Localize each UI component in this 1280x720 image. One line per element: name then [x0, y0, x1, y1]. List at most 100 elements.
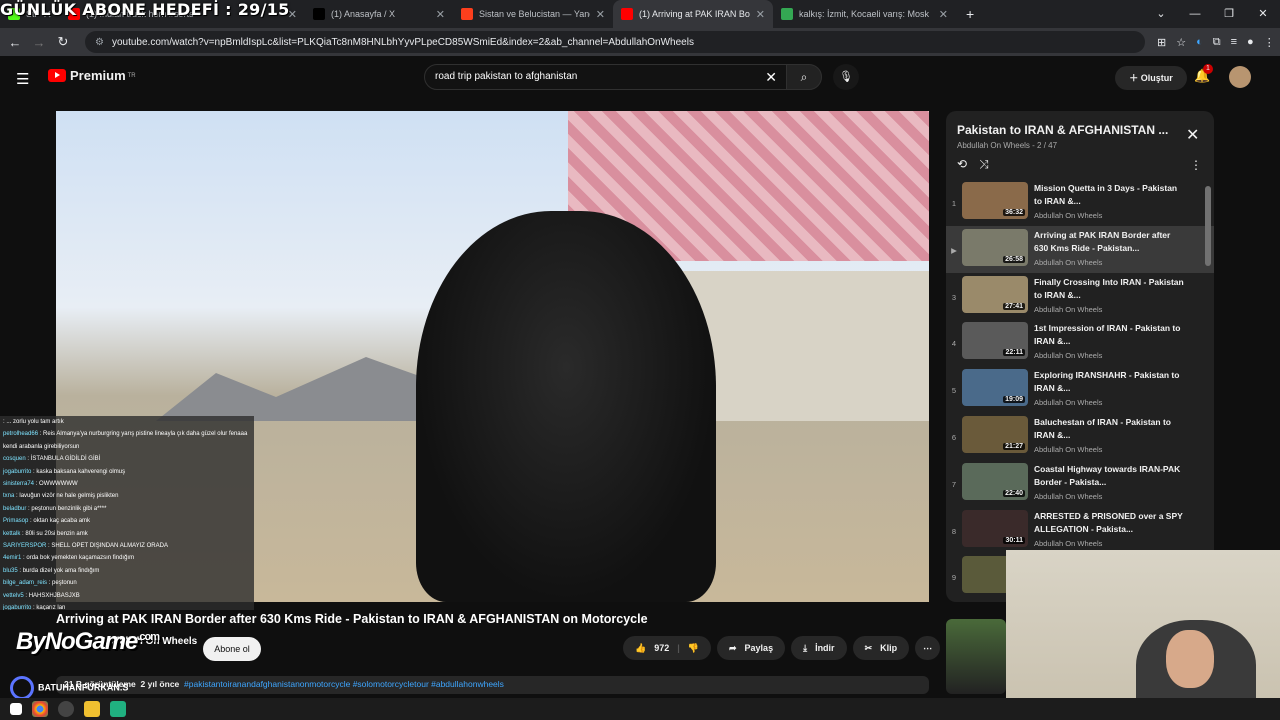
- playlist-item-channel: Abdullah On Wheels: [1034, 491, 1103, 501]
- recommended-thumbnail[interactable]: [946, 619, 1006, 694]
- browser-tab[interactable]: Sistan ve Belucistan — Yandex✕: [453, 0, 613, 28]
- account-avatar[interactable]: [1229, 66, 1251, 88]
- obs-icon[interactable]: [58, 701, 74, 717]
- playlist-scrollbar[interactable]: [1205, 186, 1211, 266]
- new-tab-button[interactable]: +: [956, 0, 984, 28]
- chat-username: SARIYERSPOR: [3, 543, 47, 550]
- puzzle-icon[interactable]: ⧉: [1213, 36, 1221, 49]
- clip-button[interactable]: ✂ Klip: [852, 636, 910, 660]
- restore-icon[interactable]: ❐: [1212, 0, 1246, 28]
- playlist-item[interactable]: 1 36:32 Mission Quetta in 3 Days - Pakista…: [946, 179, 1214, 226]
- playlist-item-meta: Mission Quetta in 3 Days - Pakistan to I…: [1034, 182, 1184, 220]
- playlist-item-title: Finally Crossing Into IRAN - Pakistan to…: [1034, 276, 1184, 300]
- site-info-icon[interactable]: ⚙: [95, 37, 104, 48]
- download-button[interactable]: ⤓ İndir: [791, 636, 847, 660]
- playlist-item-index: 4: [951, 339, 957, 349]
- playlist-item-meta: Baluchestan of IRAN - Pakistan to IRAN &…: [1034, 416, 1184, 454]
- playlist-controls: ⟲ ⤨: [957, 157, 989, 172]
- close-tab-icon[interactable]: ✕: [933, 8, 948, 21]
- description-box[interactable]: 21 B görüntüleme 2 yıl önce #pakistantoi…: [56, 676, 929, 694]
- url-field[interactable]: ⚙ youtube.com/watch?v=npBmldIspLc&list=P…: [85, 31, 1145, 53]
- chat-message: beladbur : peştonun benzinlik gibi a****: [3, 503, 254, 515]
- clear-search-icon[interactable]: ✕: [765, 69, 777, 86]
- chat-username: beladbur: [3, 505, 27, 512]
- close-window-icon[interactable]: ✕: [1246, 0, 1280, 28]
- install-icon[interactable]: ⊞: [1157, 36, 1166, 49]
- browser-tab[interactable]: (1) Arriving at PAK IRAN Bo ✕: [613, 0, 773, 28]
- chat-message: sinisterra74 : OWWWWWW: [3, 478, 254, 490]
- playlist-item-thumbnail[interactable]: 22:40: [962, 462, 1028, 500]
- playlist-item[interactable]: ▶ 26:58 Arriving at PAK IRAN Border after …: [946, 225, 1214, 273]
- playlist-item-thumbnail[interactable]: 19:09: [962, 369, 1028, 407]
- youtube-premium-logo[interactable]: Premium TR: [48, 68, 136, 83]
- bookmark-star-icon[interactable]: ☆: [1176, 36, 1186, 49]
- playlist-item-thumbnail[interactable]: 30:11: [962, 509, 1028, 547]
- youtube-play-icon: [48, 69, 66, 82]
- subscriber-goal-overlay: GÜNLÜK ABONE HEDEFİ : 29/15: [0, 0, 290, 19]
- like-button[interactable]: 👍 972 | 👎: [623, 636, 711, 660]
- playlist-item[interactable]: 7 22:40 Coastal Highway towards IRAN-PAK B…: [946, 460, 1214, 507]
- media-icon[interactable]: ≡: [1231, 36, 1237, 49]
- close-tab-icon[interactable]: ✕: [430, 8, 445, 21]
- loop-icon[interactable]: ⟲: [957, 157, 967, 172]
- more-dots-icon: ⋯: [923, 642, 933, 653]
- back-icon[interactable]: ←: [3, 35, 27, 50]
- hamburger-menu-icon[interactable]: ☰: [16, 70, 29, 88]
- chat-message: jogaburrito : kaska baksana kahverengi o…: [3, 466, 254, 478]
- playlist-item[interactable]: 8 30:11 ARRESTED & PRISONED over a SPY ALL…: [946, 507, 1214, 554]
- minimize-icon[interactable]: —: [1178, 0, 1212, 28]
- file-explorer-icon[interactable]: [84, 701, 100, 717]
- thumbs-down-icon[interactable]: 👎: [688, 643, 699, 654]
- playlist-more-icon[interactable]: ⋮: [1190, 158, 1202, 172]
- playlist-item-thumbnail[interactable]: 21:27: [962, 415, 1028, 453]
- extension-icon[interactable]: ◐: [1196, 36, 1203, 49]
- bynogame-suffix: .com: [137, 631, 160, 643]
- playlist-item[interactable]: 6 21:27 Baluchestan of IRAN - Pakistan to …: [946, 413, 1214, 460]
- close-tab-icon[interactable]: ✕: [750, 8, 765, 21]
- close-tab-icon[interactable]: ✕: [590, 8, 605, 21]
- search-input[interactable]: road trip pakistan to afghanistan ✕: [424, 64, 788, 90]
- reload-icon[interactable]: ↻: [51, 34, 75, 50]
- playlist-item[interactable]: 3 27:41 Finally Crossing Into IRAN - Pakis…: [946, 273, 1214, 320]
- app-icon[interactable]: [110, 701, 126, 717]
- more-actions-button[interactable]: ⋯: [915, 636, 941, 660]
- duration-badge: 26:58: [1003, 255, 1025, 263]
- profile-icon[interactable]: ●: [1247, 36, 1254, 49]
- playlist-item-channel: Abdullah On Wheels: [1034, 538, 1103, 548]
- share-button[interactable]: ➦ Paylaş: [717, 636, 786, 660]
- playlist-item-thumbnail[interactable]: 27:41: [962, 275, 1028, 313]
- create-button[interactable]: ＋ Oluştur: [1115, 66, 1187, 90]
- shuffle-icon[interactable]: ⤨: [979, 157, 989, 172]
- search-button[interactable]: ⌕: [786, 64, 822, 90]
- forward-icon[interactable]: →: [27, 35, 51, 50]
- playlist-item-channel: Abdullah On Wheels: [1034, 211, 1103, 220]
- tab-label: (1) Arriving at PAK IRAN Bo: [639, 9, 750, 19]
- tab-search-icon[interactable]: ⌄: [1144, 0, 1178, 28]
- browser-tab[interactable]: (1) Anasayfa / X ✕: [305, 0, 453, 28]
- hashtags[interactable]: #pakistantoiranandafghanistanonmotorcycl…: [184, 679, 504, 689]
- chat-message: jogaburrito : kaçarız lan: [3, 602, 254, 610]
- playlist-item-thumbnail[interactable]: 26:58: [962, 228, 1028, 266]
- playlist-item[interactable]: 5 19:09 Exploring IRANSHAHR - Pakistan to …: [946, 366, 1214, 413]
- chat-username: vettelv5: [3, 592, 24, 599]
- chat-message: kettalk : 80li su 20si benzin amk: [3, 528, 254, 540]
- voice-search-button[interactable]: 🎙: [833, 64, 859, 90]
- tab-favicon-icon: [461, 8, 473, 20]
- menu-dots-icon[interactable]: ⋮: [1264, 36, 1275, 49]
- playlist-title[interactable]: Pakistan to IRAN & AFGHANISTAN ...: [957, 123, 1177, 137]
- playlist-item[interactable]: 4 22:11 1st Impression of IRAN - Pakistan …: [946, 319, 1214, 366]
- chrome-icon[interactable]: [32, 701, 48, 717]
- browser-tab[interactable]: kalkış: İzmit, Kocaeli varış: Mosk ✕: [773, 0, 956, 28]
- start-icon[interactable]: [10, 703, 22, 715]
- like-dislike-group: 👍 972 | 👎: [623, 636, 711, 660]
- playlist-item-thumbnail[interactable]: 36:32: [962, 182, 1028, 219]
- close-playlist-icon[interactable]: ✕: [1186, 125, 1199, 145]
- chat-message: vettelv5 : HAHSXHJBASJXB: [3, 590, 254, 602]
- share-group: ➦ Paylaş ⤓ İndir ✂ Klip ⋯: [717, 636, 941, 660]
- streamer-face: [1166, 630, 1214, 688]
- playlist-owner[interactable]: Abdullah On Wheels: [957, 141, 1030, 150]
- chat-message: Primasop : oktan kaç acaba amk: [3, 515, 254, 527]
- notifications-button[interactable]: 🔔 1: [1194, 64, 1213, 84]
- subscribe-button[interactable]: Abone ol: [203, 637, 261, 661]
- playlist-item-thumbnail[interactable]: 22:11: [962, 322, 1028, 360]
